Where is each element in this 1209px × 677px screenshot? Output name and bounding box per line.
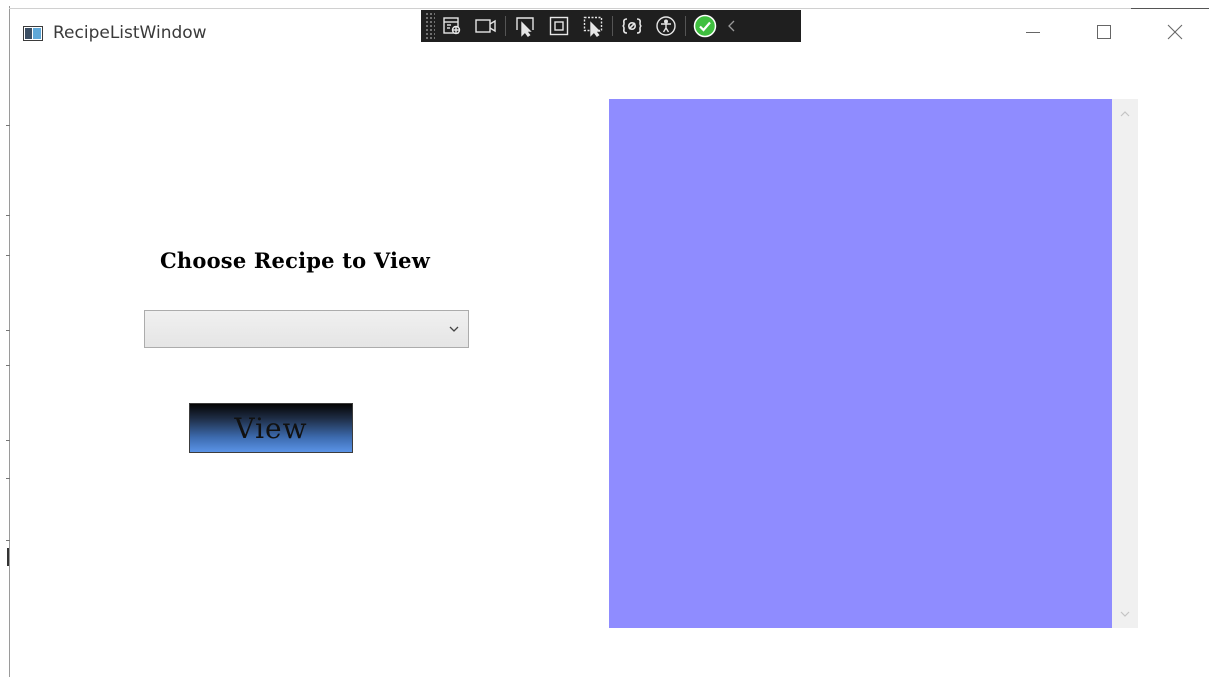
- collapse-toolbar-icon[interactable]: [722, 11, 742, 41]
- xaml-debug-toolbar: [421, 10, 801, 42]
- chevron-down-icon: [449, 326, 459, 332]
- window-left-border: [9, 6, 10, 677]
- app-window-icon: [23, 26, 43, 41]
- recipe-select-combobox[interactable]: [144, 310, 469, 348]
- edge-tick: [6, 540, 10, 541]
- toolbar-separator: [612, 16, 613, 36]
- edge-tick: [6, 330, 10, 331]
- recipe-details-list[interactable]: [609, 99, 1112, 628]
- hot-reload-icon[interactable]: [615, 11, 649, 41]
- window-top-border: [9, 8, 1131, 9]
- view-button[interactable]: View: [189, 403, 353, 453]
- window-title: RecipeListWindow: [53, 23, 207, 43]
- display-layout-adorners-icon[interactable]: [542, 11, 576, 41]
- binding-status-ok-icon[interactable]: [688, 11, 722, 41]
- minimize-button[interactable]: [1010, 12, 1056, 52]
- minimize-icon: [1026, 32, 1040, 33]
- maximize-icon: [1097, 25, 1111, 39]
- edge-tick: [6, 478, 10, 479]
- choose-recipe-heading: Choose Recipe to View: [160, 248, 430, 273]
- scroll-up-icon[interactable]: [1119, 108, 1131, 120]
- close-icon: [1167, 24, 1183, 40]
- vertical-scrollbar[interactable]: [1112, 99, 1138, 628]
- show-in-app-toolbar-icon[interactable]: [469, 11, 503, 41]
- scroll-down-icon[interactable]: [1119, 608, 1131, 620]
- select-element-icon[interactable]: [508, 11, 542, 41]
- window-top-border-right: [1131, 8, 1209, 9]
- edge-tick: [6, 440, 10, 441]
- toolbar-grip[interactable]: [425, 12, 435, 40]
- toolbar-separator: [685, 16, 686, 36]
- recipe-list-window: RecipeListWindow Choose Recipe to View V…: [0, 0, 1209, 677]
- edge-tick: [6, 365, 10, 366]
- toolbar-separator: [505, 16, 506, 36]
- close-button[interactable]: [1152, 12, 1198, 52]
- resize-grip: [7, 548, 9, 566]
- track-focused-element-icon[interactable]: [576, 11, 610, 41]
- edge-tick: [6, 215, 10, 216]
- accessibility-icon[interactable]: [649, 11, 683, 41]
- maximize-button[interactable]: [1081, 12, 1127, 52]
- edge-tick: [6, 125, 10, 126]
- view-button-label: View: [234, 411, 308, 445]
- go-to-live-visual-tree-icon[interactable]: [435, 11, 469, 41]
